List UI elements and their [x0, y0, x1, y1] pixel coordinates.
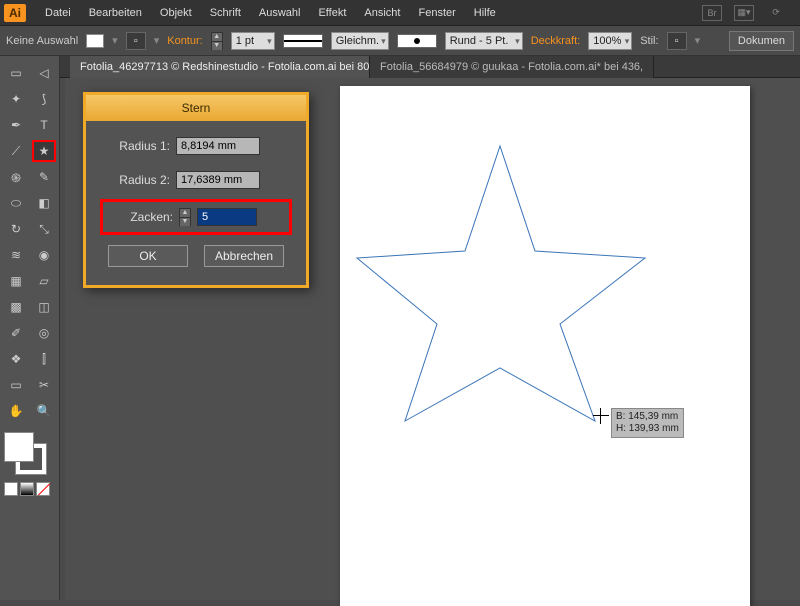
eraser-tool[interactable]: ◧	[32, 192, 56, 214]
line-tool[interactable]: ⟋	[4, 140, 28, 162]
scale-tool[interactable]: ⤡	[32, 218, 56, 240]
symbol-sprayer-tool[interactable]: ❖	[4, 348, 28, 370]
hand-tool[interactable]: ✋	[4, 400, 28, 422]
menu-select[interactable]: Auswahl	[250, 0, 310, 26]
menu-object[interactable]: Objekt	[151, 0, 201, 26]
opacity-field[interactable]: 100%	[588, 32, 632, 50]
blob-brush-tool[interactable]: ⬭	[4, 192, 28, 214]
tool-panel: ▭ ◁ ✦ ⟆ ✒ T ⟋ ★ ֍ ✎ ⬭ ◧ ↻ ⤡ ≋ ◉ ▦ ▱ ▩ ◫ …	[0, 56, 60, 600]
radius2-input[interactable]: 17,6389 mm	[176, 171, 260, 189]
color-mode-none[interactable]	[36, 482, 50, 496]
artboard-tool[interactable]: ▭	[4, 374, 28, 396]
menu-bar: Ai Datei Bearbeiten Objekt Schrift Auswa…	[0, 0, 800, 26]
type-tool[interactable]: T	[32, 114, 56, 136]
points-stepper[interactable]: ▲▼	[179, 208, 191, 226]
blend-tool[interactable]: ◎	[32, 322, 56, 344]
radius1-input[interactable]: 8,8194 mm	[176, 137, 260, 155]
stroke-weight-dropdown[interactable]: 1 pt	[231, 32, 275, 50]
pen-tool[interactable]: ✒	[4, 114, 28, 136]
bridge-icon[interactable]: Br	[702, 5, 722, 21]
slice-tool[interactable]: ✂	[32, 374, 56, 396]
color-mode-gradient[interactable]	[20, 482, 34, 496]
document-setup-button[interactable]: Dokumen	[729, 31, 794, 51]
eyedropper-tool[interactable]: ✐	[4, 322, 28, 344]
selection-tool[interactable]: ▭	[4, 62, 28, 84]
control-bar: Keine Auswahl ▾ ▫ ▾ Kontur: ▲▼ 1 pt Glei…	[0, 26, 800, 56]
points-label: Zacken:	[107, 210, 173, 224]
tab-active-label: Fotolia_46297713 © Redshinestudio - Foto…	[80, 56, 370, 78]
menu-view[interactable]: Ansicht	[355, 0, 409, 26]
rotate-tool[interactable]: ↻	[4, 218, 28, 240]
star-dialog: Stern Radius 1: 8,8194 mm Radius 2: 17,6…	[83, 92, 309, 288]
zoom-tool[interactable]: 🔍	[32, 400, 56, 422]
ok-button[interactable]: OK	[108, 245, 188, 267]
perspective-grid-tool[interactable]: ▱	[32, 270, 56, 292]
sync-icon[interactable]: ⟳	[766, 5, 786, 21]
mesh-tool[interactable]: ▩	[4, 296, 28, 318]
gradient-tool[interactable]: ◫	[32, 296, 56, 318]
cursor-crosshair-icon	[593, 408, 609, 424]
menu-effect[interactable]: Effekt	[309, 0, 355, 26]
dialog-title: Stern	[86, 95, 306, 121]
fill-stroke-control[interactable]	[4, 432, 46, 474]
menu-type[interactable]: Schrift	[201, 0, 250, 26]
color-mode-solid[interactable]	[4, 482, 18, 496]
brush-preview[interactable]	[397, 34, 437, 48]
stroke-label: Kontur:	[167, 35, 202, 47]
menu-window[interactable]: Fenster	[409, 0, 464, 26]
star-tool[interactable]: ★	[32, 140, 56, 162]
brush-dropdown[interactable]: Rund - 5 Pt.	[445, 32, 523, 50]
arrange-docs-icon[interactable]: ▦▾	[734, 5, 754, 21]
radius2-label: Radius 2:	[104, 173, 170, 187]
swatch-options-icon[interactable]: ▫	[126, 32, 146, 50]
star-shape-preview	[340, 86, 750, 606]
direct-selection-tool[interactable]: ◁	[32, 62, 56, 84]
menu-file[interactable]: Datei	[36, 0, 80, 26]
menu-edit[interactable]: Bearbeiten	[80, 0, 151, 26]
menu-help[interactable]: Hilfe	[465, 0, 505, 26]
stroke-profile-dropdown[interactable]: Gleichm.	[331, 32, 389, 50]
cancel-button[interactable]: Abbrechen	[204, 245, 284, 267]
current-fill-swatch[interactable]	[4, 432, 34, 462]
opacity-label: Deckkraft:	[531, 35, 581, 47]
pencil-tool[interactable]: ✎	[32, 166, 56, 188]
paintbrush-tool[interactable]: ֍	[4, 166, 28, 188]
width-tool[interactable]: ≋	[4, 244, 28, 266]
stroke-profile-preview[interactable]	[283, 34, 323, 48]
graph-tool[interactable]: ⫿	[32, 348, 56, 370]
style-label: Stil:	[640, 35, 658, 47]
stroke-weight-stepper[interactable]: ▲▼	[211, 32, 223, 50]
lasso-tool[interactable]: ⟆	[32, 88, 56, 110]
app-badge: Ai	[4, 4, 26, 22]
tab-inactive[interactable]: Fotolia_56684979 © guukaa - Fotolia.com.…	[370, 56, 654, 78]
radius1-label: Radius 1:	[104, 139, 170, 153]
points-input[interactable]: 5	[197, 208, 257, 226]
document-tab-bar: Fotolia_46297713 © Redshinestudio - Foto…	[0, 56, 800, 78]
fill-swatch[interactable]	[86, 34, 104, 48]
points-row-highlight: Zacken: ▲▼ 5	[100, 199, 292, 235]
magic-wand-tool[interactable]: ✦	[4, 88, 28, 110]
tab-inactive-label: Fotolia_56684979 © guukaa - Fotolia.com.…	[380, 56, 643, 78]
radius1-row: Radius 1: 8,8194 mm	[104, 137, 288, 155]
warp-tool[interactable]: ◉	[32, 244, 56, 266]
color-mode-row	[4, 482, 55, 496]
artboard[interactable]	[340, 86, 750, 606]
radius2-row: Radius 2: 17,6389 mm	[104, 171, 288, 189]
style-swatch[interactable]: ▫	[667, 32, 687, 50]
measurement-tooltip: B: 145,39 mm H: 139,93 mm	[611, 408, 684, 438]
tab-active[interactable]: Fotolia_46297713 © Redshinestudio - Foto…	[70, 56, 370, 78]
selection-status: Keine Auswahl	[6, 35, 78, 47]
shape-builder-tool[interactable]: ▦	[4, 270, 28, 292]
